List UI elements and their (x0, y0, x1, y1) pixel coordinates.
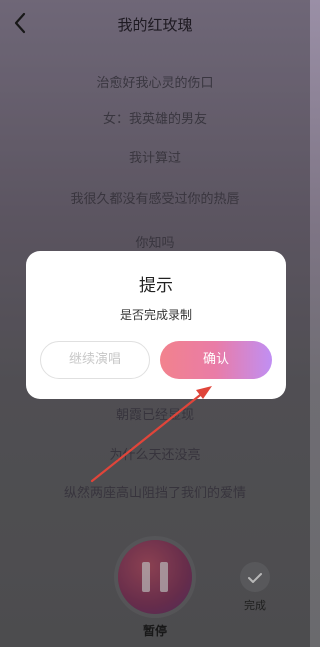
confirm-dialog: 提示 是否完成录制 继续演唱 确认 (26, 251, 286, 399)
continue-singing-button[interactable]: 继续演唱 (40, 341, 150, 379)
confirm-button[interactable]: 确认 (160, 341, 272, 379)
dialog-title: 提示 (139, 276, 173, 296)
dialog-message: 是否完成录制 (119, 308, 192, 322)
